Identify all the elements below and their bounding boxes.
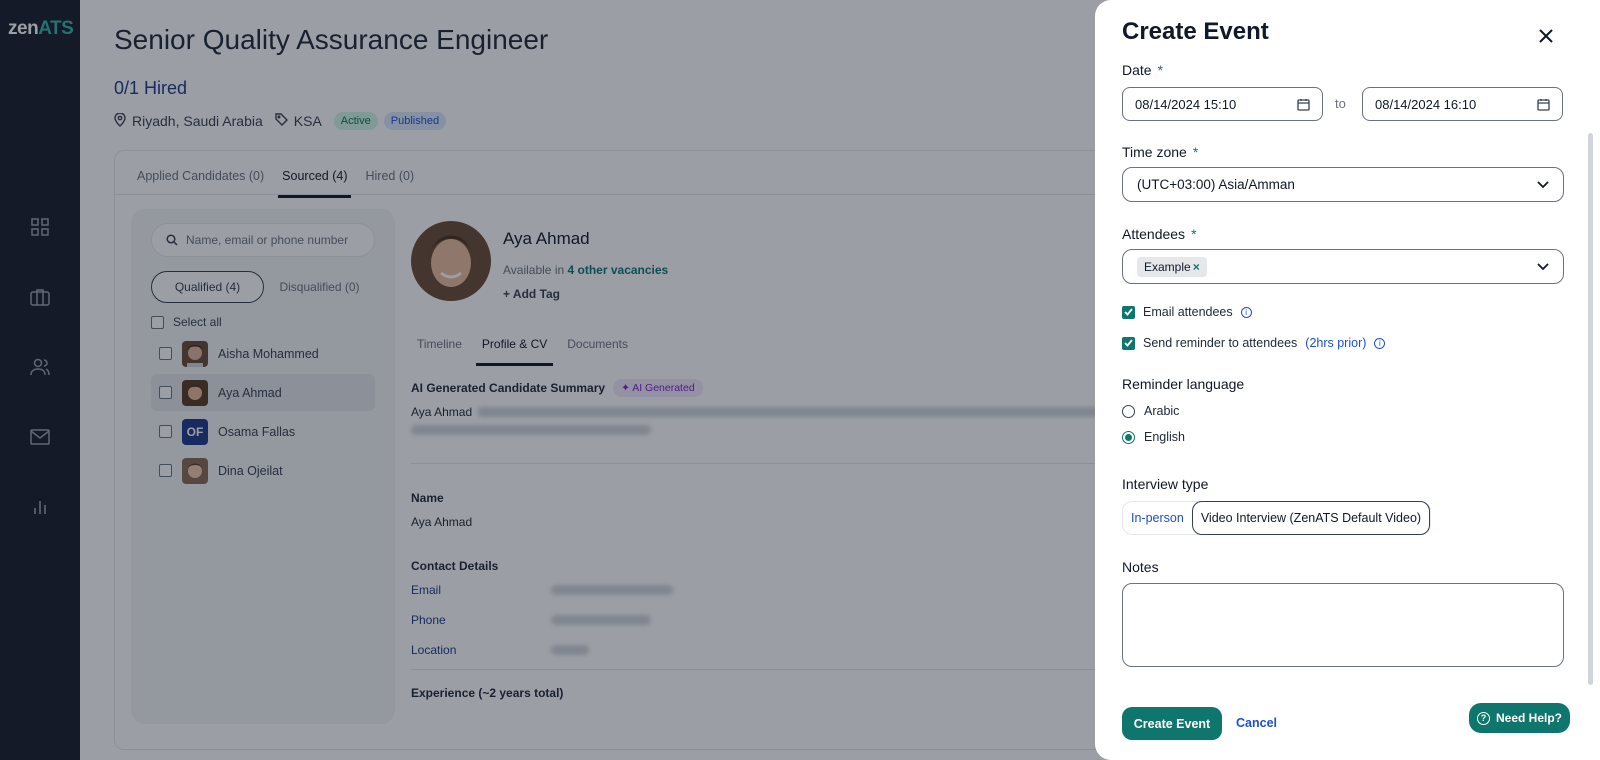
date-to-value: 08/14/2024 16:10 — [1375, 96, 1477, 112]
info-icon[interactable]: i — [1240, 306, 1252, 318]
create-event-button[interactable]: Create Event — [1122, 707, 1222, 740]
notes-textarea[interactable] — [1122, 583, 1564, 667]
chevron-down-icon — [1537, 262, 1549, 270]
email-attendees-row: Email attendees i — [1122, 305, 1252, 319]
send-reminder-checkbox[interactable] — [1122, 336, 1135, 350]
send-reminder-label: Send reminder to attendees — [1143, 336, 1298, 350]
timezone-label: Time zone * — [1122, 144, 1199, 160]
notes-label: Notes — [1122, 559, 1159, 575]
date-to-input[interactable]: 08/14/2024 16:10 — [1362, 87, 1563, 121]
radio-button[interactable] — [1122, 404, 1135, 418]
radio-english[interactable]: English — [1122, 430, 1185, 444]
help-icon: ? — [1476, 711, 1490, 725]
date-from-value: 08/14/2024 15:10 — [1135, 96, 1237, 112]
email-attendees-checkbox[interactable] — [1122, 305, 1135, 319]
attendees-label: Attendees * — [1122, 226, 1197, 242]
email-attendees-label: Email attendees — [1143, 305, 1233, 319]
remove-chip-icon[interactable]: × — [1193, 260, 1200, 274]
type-inperson-option[interactable]: In-person — [1123, 501, 1192, 535]
interview-type-toggle: In-person Video Interview (ZenATS Defaul… — [1122, 501, 1432, 535]
cancel-button[interactable]: Cancel — [1236, 716, 1277, 730]
send-reminder-row: Send reminder to attendees (2hrs prior) … — [1122, 336, 1386, 350]
info-icon[interactable]: i — [1374, 337, 1386, 349]
interview-type-label: Interview type — [1122, 476, 1209, 492]
timezone-value: (UTC+03:00) Asia/Amman — [1137, 177, 1295, 192]
type-video-option[interactable]: Video Interview (ZenATS Default Video) — [1191, 501, 1431, 535]
attendees-select[interactable]: Example × — [1122, 249, 1564, 284]
arabic-label: Arabic — [1144, 404, 1180, 418]
date-from-input[interactable]: 08/14/2024 15:10 — [1122, 87, 1323, 121]
radio-button-selected[interactable] — [1122, 430, 1135, 444]
chevron-down-icon — [1537, 180, 1549, 188]
create-event-drawer: Create Event Date * 08/14/2024 15:10 to 0… — [1095, 0, 1600, 760]
calendar-icon[interactable] — [1537, 98, 1550, 111]
drawer-scrollbar[interactable] — [1588, 133, 1593, 685]
reminder-hint: (2hrs prior) — [1305, 336, 1367, 350]
drawer-title: Create Event — [1122, 18, 1269, 45]
english-label: English — [1144, 430, 1185, 444]
date-label: Date * — [1122, 62, 1164, 78]
need-help-button[interactable]: ? Need Help? — [1469, 703, 1570, 733]
reminder-language-label: Reminder language — [1122, 376, 1245, 392]
calendar-icon[interactable] — [1297, 98, 1310, 111]
radio-arabic[interactable]: Arabic — [1122, 404, 1179, 418]
timezone-select[interactable]: (UTC+03:00) Asia/Amman — [1122, 167, 1564, 202]
attendee-chip: Example × — [1137, 256, 1207, 277]
close-icon[interactable] — [1536, 26, 1556, 46]
to-label: to — [1335, 96, 1346, 111]
